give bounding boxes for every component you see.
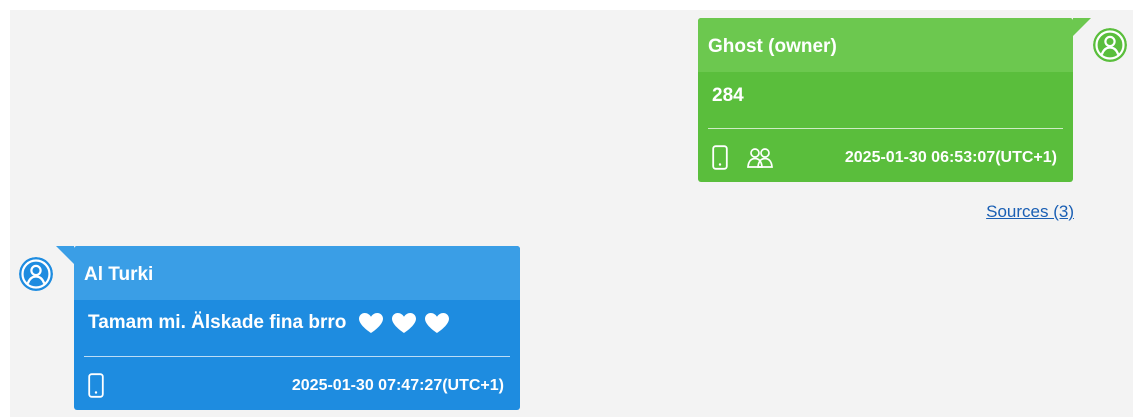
message-text: Tamam mi. Älskade fina brro xyxy=(88,312,347,334)
white-heart-icon xyxy=(425,313,450,333)
sender-name: Al Turki xyxy=(74,246,520,300)
message-bubble-outgoing[interactable]: Ghost (owner) 284 2025-01-30 06:53:07(UT… xyxy=(698,18,1091,182)
white-heart-icon xyxy=(358,313,383,333)
message-text-row: Tamam mi. Älskade fina brro xyxy=(74,300,520,348)
message-text: 284 xyxy=(712,85,744,106)
message-timestamp: 2025-01-30 07:47:27(UTC+1) xyxy=(291,377,504,394)
phone-icon xyxy=(88,373,104,398)
message-timestamp: 2025-01-30 06:53:07(UTC+1) xyxy=(844,149,1057,166)
sender-name: Ghost (owner) xyxy=(698,18,1073,72)
message-footer: 2025-01-30 06:53:07(UTC+1) xyxy=(698,129,1073,179)
group-icon xyxy=(746,145,774,170)
white-heart-icon xyxy=(391,313,416,333)
contact-avatar-icon xyxy=(19,257,53,291)
owner-avatar-icon xyxy=(1093,28,1127,62)
heart-emoji-group xyxy=(356,312,451,334)
message-bubble-incoming[interactable]: Al Turki Tamam mi. Älskade fina brro 202… xyxy=(56,246,520,410)
message-footer: 2025-01-30 07:47:27(UTC+1) xyxy=(74,357,520,407)
sources-link[interactable]: Sources (3) xyxy=(986,202,1074,222)
chat-thread: Ghost (owner) 284 2025-01-30 06:53:07(UT… xyxy=(10,10,1133,417)
phone-icon xyxy=(712,145,728,170)
